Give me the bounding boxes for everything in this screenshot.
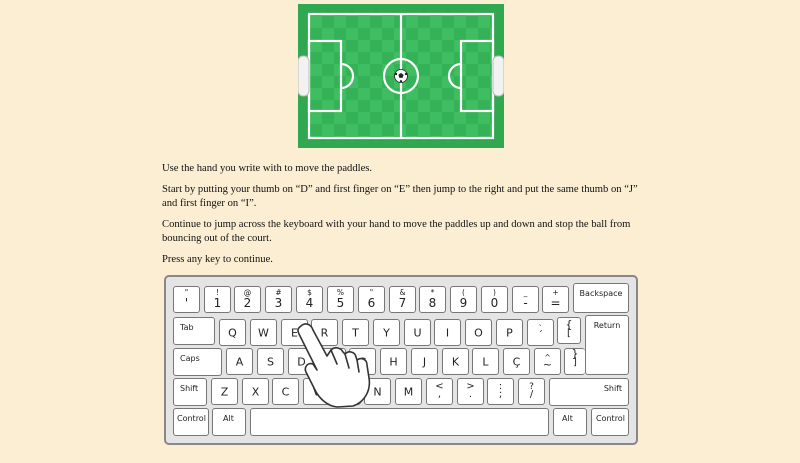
instruction-4: Press any key to continue.: [162, 254, 273, 265]
key-bracket-open[interactable]: {[: [557, 317, 581, 344]
key-control-left[interactable]: Control: [173, 408, 209, 436]
key-o[interactable]: O: [465, 319, 492, 346]
key-2[interactable]: @2: [234, 286, 261, 313]
key-i[interactable]: I: [434, 319, 461, 346]
key-h[interactable]: H: [380, 348, 407, 375]
key-backspace[interactable]: Backspace: [573, 283, 629, 313]
key-shift-right[interactable]: Shift: [549, 378, 629, 406]
key-l[interactable]: L: [472, 348, 499, 375]
key-alt-right[interactable]: Alt: [553, 408, 587, 436]
right-paddle: [492, 55, 504, 97]
soccer-field: [298, 4, 504, 148]
key-7[interactable]: & 7: [389, 286, 416, 313]
key-acute[interactable]: ` ´: [527, 319, 554, 346]
key-equals[interactable]: + =: [542, 286, 569, 313]
key-5[interactable]: % 5: [327, 286, 354, 313]
key-3[interactable]: #3: [265, 286, 292, 313]
instruction-1: Use the hand you write with to move the …: [162, 163, 373, 174]
key-caps[interactable]: Caps: [173, 348, 222, 376]
key-shift-left[interactable]: Shift: [173, 378, 207, 406]
key-j[interactable]: J: [411, 348, 438, 375]
soccer-ball: [394, 69, 408, 83]
key-quote[interactable]: " ': [173, 286, 200, 313]
key-s[interactable]: S: [257, 348, 284, 375]
key-z[interactable]: Z: [211, 378, 238, 405]
key-k[interactable]: K: [442, 348, 469, 375]
key-semicolon[interactable]: :;: [487, 378, 514, 405]
key-bracket-close[interactable]: }]: [564, 348, 585, 375]
key-4[interactable]: $4: [296, 286, 323, 313]
key-p[interactable]: P: [496, 319, 523, 346]
key-slash[interactable]: ? /: [518, 378, 545, 405]
key-u[interactable]: U: [404, 319, 431, 346]
key-alt-left[interactable]: Alt: [212, 408, 246, 436]
key-space[interactable]: [250, 408, 549, 436]
instruction-3: Continue to jump across the keyboard wit…: [162, 219, 631, 244]
key-control-right[interactable]: Control: [591, 408, 629, 436]
key-tilde[interactable]: ^ ~: [534, 348, 561, 375]
left-paddle: [298, 55, 310, 97]
key-comma[interactable]: <,: [426, 378, 453, 405]
key-m[interactable]: M: [395, 378, 422, 405]
key-period[interactable]: >.: [457, 378, 484, 405]
pointing-hand-icon: [297, 323, 371, 408]
key-8[interactable]: * 8: [419, 286, 446, 313]
key-tab[interactable]: Tab: [173, 317, 215, 345]
key-x[interactable]: X: [242, 378, 269, 405]
instruction-2: Start by putting your thumb on “D” and f…: [162, 184, 638, 209]
key-a[interactable]: A: [226, 348, 253, 375]
key-9[interactable]: (9: [450, 286, 477, 313]
key-w[interactable]: W: [250, 319, 277, 346]
key-c-cedilla[interactable]: Ç: [503, 348, 530, 375]
key-1[interactable]: ! 1: [204, 286, 231, 313]
key-return[interactable]: Return: [585, 315, 629, 375]
keyboard: " ' ! 1 @2 #3 $4 % 5 " 6 & 7 * 8 (9 ) 0 _ - + = B…: [164, 275, 638, 445]
key-0[interactable]: ) 0: [481, 286, 508, 313]
key-6[interactable]: " 6: [358, 286, 385, 313]
key-minus[interactable]: _ -: [512, 286, 539, 313]
key-q[interactable]: Q: [219, 319, 246, 346]
